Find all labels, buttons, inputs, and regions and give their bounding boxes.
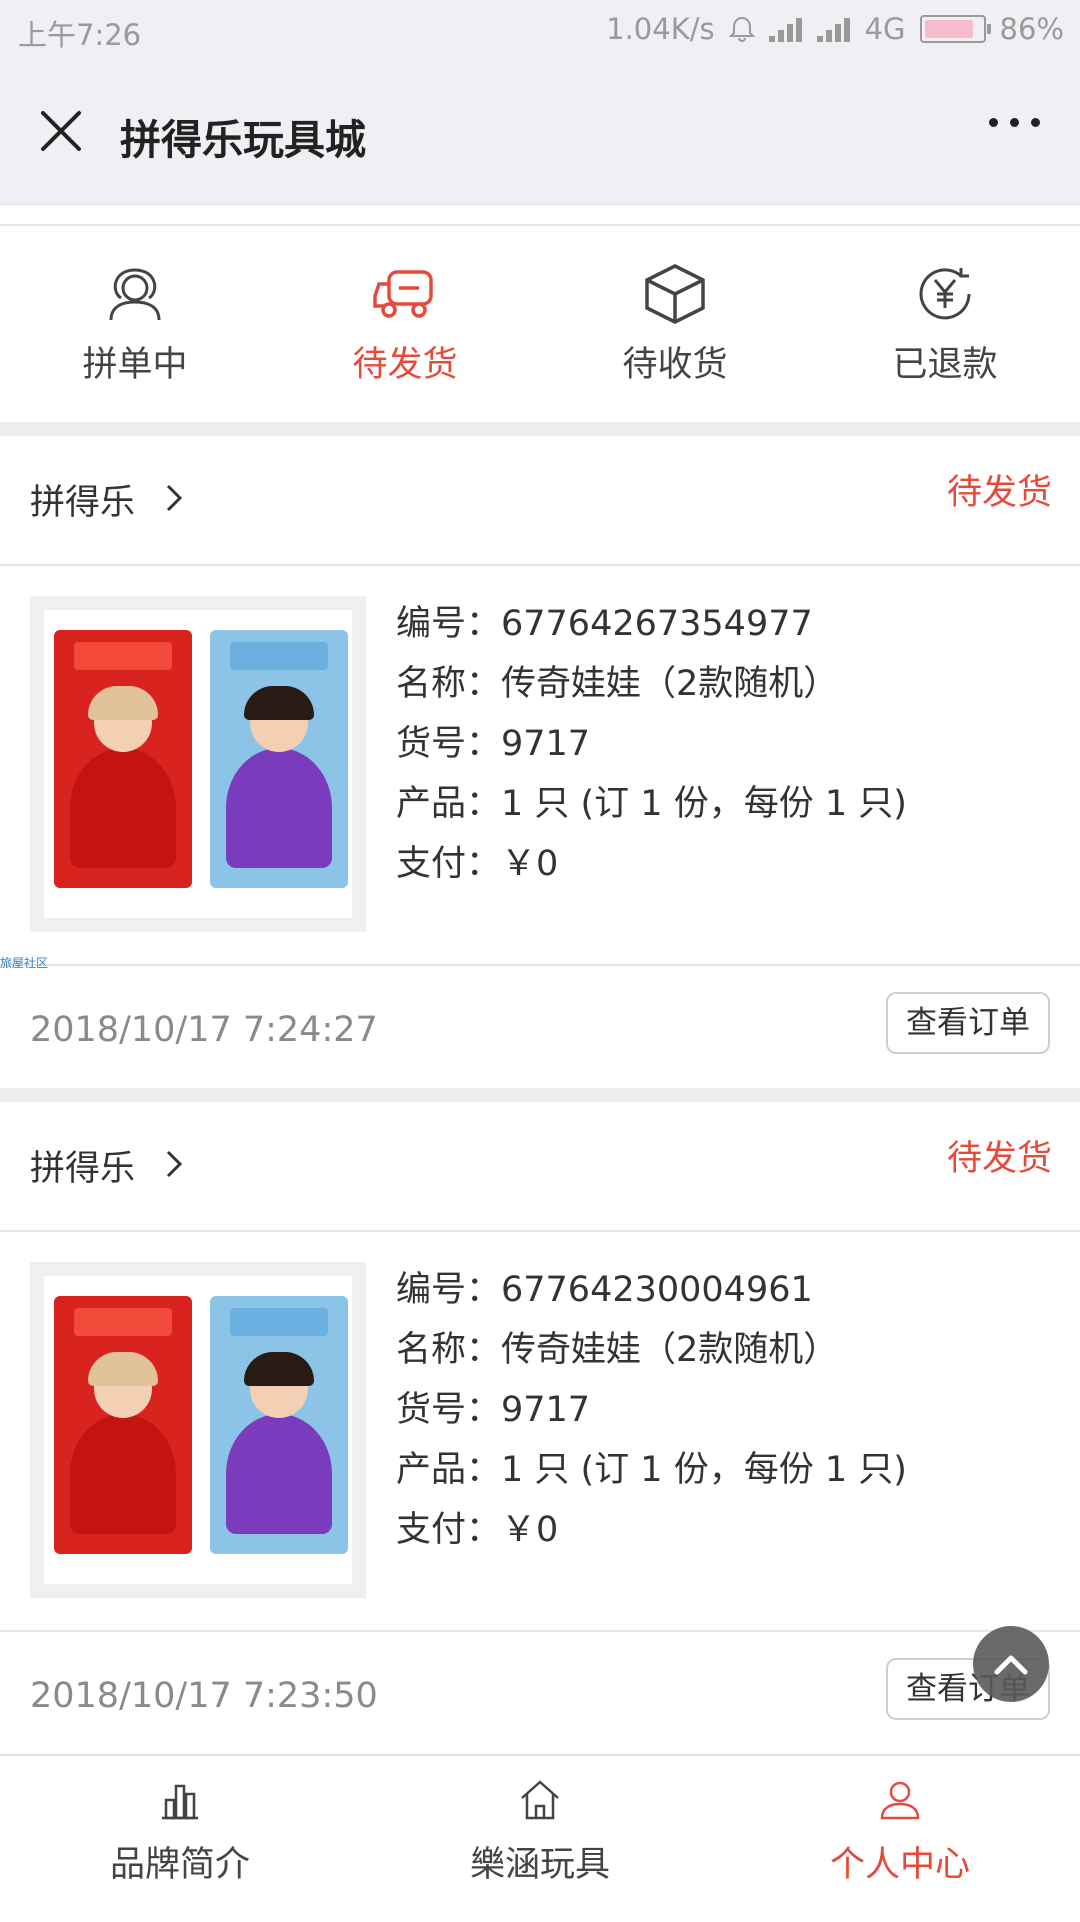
product-name: 名称：传奇娃娃（2款随机） (396, 1330, 839, 1370)
bell-icon (728, 16, 755, 42)
title-bar: 拼得乐玩具城 (0, 62, 1080, 205)
nav-personal-center[interactable]: 个人中心 (720, 1756, 1080, 1922)
divider (0, 964, 1080, 966)
nav-brand-intro[interactable]: 品牌简介 (0, 1756, 360, 1922)
refund-yen-icon (919, 268, 971, 320)
nav-lehan-toys[interactable]: 樂涵玩具 (360, 1756, 720, 1922)
tab-to-ship[interactable]: 待发货 (270, 226, 540, 424)
tab-label: 拼单中 (82, 345, 188, 385)
status-time: 上午7:26 (18, 18, 142, 52)
truck-icon (373, 270, 433, 318)
chevron-right-icon[interactable] (164, 1146, 186, 1182)
shop-name-link[interactable]: 拼得乐 (30, 1140, 135, 1191)
payment: 支付：￥0 (396, 844, 559, 884)
chevron-right-icon[interactable] (164, 480, 186, 516)
product-image[interactable] (30, 596, 366, 932)
home-icon (521, 1780, 559, 1820)
product-quantity: 产品：1 只 (订 1 份，每份 1 只) (396, 1450, 907, 1490)
bar-chart-icon (162, 1784, 198, 1820)
network-type: 4G (864, 12, 906, 46)
bottom-nav: 品牌简介 樂涵玩具 个人中心 (0, 1754, 1080, 1922)
section-divider (0, 422, 1080, 436)
order-status: 待发货 (946, 1139, 1052, 1179)
tab-label: 已退款 (892, 345, 998, 385)
product-quantity: 产品：1 只 (订 1 份，每份 1 只) (396, 784, 907, 824)
order-id: 编号：67764267354977 (396, 604, 813, 644)
shop-name-link[interactable]: 拼得乐 (30, 474, 135, 525)
tab-pending-group[interactable]: 拼单中 (0, 226, 270, 424)
signal-icon (816, 16, 851, 42)
status-right: 1.04K/s 4G 86% (606, 12, 1064, 46)
group-person-icon (109, 268, 161, 321)
order-card: 拼得乐 待发货 编号：67764230004961 名称：传奇娃娃（2款随机） … (0, 1102, 1080, 1754)
order-id: 编号：67764230004961 (396, 1270, 813, 1310)
view-order-button[interactable]: 查看订单 (886, 992, 1050, 1054)
battery-icon (919, 15, 991, 43)
order-date: 2018/10/17 7:24:27 (30, 1010, 378, 1050)
chevron-up-icon (994, 1655, 1028, 1675)
nav-label: 品牌简介 (109, 1845, 250, 1885)
signal-icon (768, 16, 803, 42)
divider (0, 1230, 1080, 1232)
page-title: 拼得乐玩具城 (120, 116, 366, 164)
battery-percent: 86% (999, 12, 1064, 46)
net-speed: 1.04K/s (606, 12, 715, 46)
sku: 货号：9717 (396, 724, 591, 764)
order-info: 编号：67764230004961 名称：传奇娃娃（2款随机） 货号：9717 … (396, 1260, 907, 1560)
box-icon (645, 264, 705, 324)
order-card: 拼得乐 待发货 编号：67764267354977 名称：传奇娃娃（2款随机） … (0, 436, 1080, 1088)
user-icon (880, 1781, 920, 1820)
tab-label: 待收货 (622, 345, 728, 385)
tab-refunded[interactable]: 已退款 (810, 226, 1080, 424)
payment: 支付：￥0 (396, 1510, 559, 1550)
close-icon[interactable] (36, 106, 86, 156)
nav-label: 个人中心 (829, 1845, 970, 1885)
scroll-to-top-button[interactable] (973, 1626, 1049, 1702)
tab-to-receive[interactable]: 待收货 (540, 226, 810, 424)
divider (0, 564, 1080, 566)
product-image[interactable] (30, 1262, 366, 1598)
tab-label: 待发货 (352, 345, 458, 385)
order-status: 待发货 (946, 473, 1052, 513)
section-divider (0, 1088, 1080, 1102)
status-bar: 上午7:26 1.04K/s 4G 86% (0, 0, 1080, 62)
order-date: 2018/10/17 7:23:50 (30, 1676, 378, 1716)
nav-label: 樂涵玩具 (469, 1845, 610, 1885)
watermark: 旅屋社区 (0, 956, 49, 970)
product-name: 名称：传奇娃娃（2款随机） (396, 664, 839, 704)
sku: 货号：9717 (396, 1390, 591, 1430)
more-dots-icon[interactable] (989, 118, 1040, 127)
divider (0, 1630, 1080, 1632)
order-status-tabs: 拼单中 待发货 待收货 已退款 (0, 224, 1080, 424)
order-info: 编号：67764267354977 名称：传奇娃娃（2款随机） 货号：9717 … (396, 594, 907, 894)
